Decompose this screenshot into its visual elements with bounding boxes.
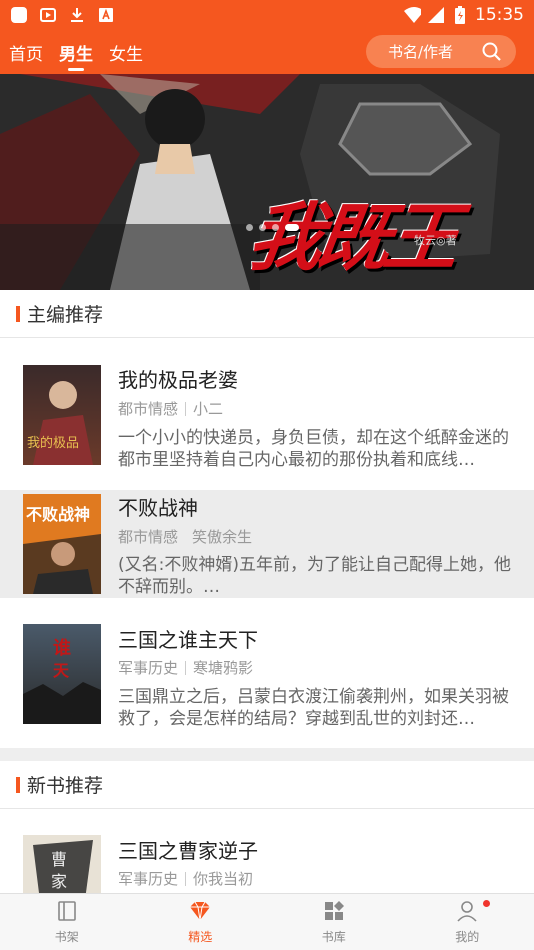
- tab-female[interactable]: 女生: [109, 40, 143, 65]
- signal-icon: [427, 6, 445, 24]
- section-header: 新书推荐: [0, 761, 534, 809]
- status-bar: 15:35: [0, 0, 534, 30]
- svg-text:不败战神: 不败战神: [26, 505, 90, 524]
- book-author: 笑傲余生: [192, 528, 253, 546]
- book-meta: 军事历史 寒塘鸦影: [118, 657, 253, 678]
- book-item[interactable]: 谁 天 三国之谁主天下 军事历史 寒塘鸦影 三国鼎立之后，吕蒙白衣渡江偷袭荆州，…: [0, 598, 534, 748]
- book-cover: 谁 天: [23, 624, 101, 724]
- carousel-dot: [259, 224, 266, 231]
- tab-bookshelf[interactable]: 书架: [0, 894, 134, 950]
- meta-divider: [185, 871, 187, 886]
- tab-home[interactable]: 首页: [9, 40, 43, 65]
- editor-recommend-section: 主编推荐 我的极品 我的极品老婆 都市情感 小二 一个小小的快递员，身负巨债，却…: [0, 290, 534, 748]
- tab-label: 书架: [54, 929, 79, 944]
- tab-profile[interactable]: 我的: [401, 894, 534, 950]
- book-description: 一个小小的快递员，身负巨债，却在这个纸醉金迷的都市里坚持着自己内心最初的那份执着…: [118, 428, 509, 470]
- book-author: 你我当初: [193, 870, 254, 888]
- video-notification-icon: [39, 6, 57, 24]
- book-title: 我的极品老婆: [118, 368, 238, 392]
- book-meta: 都市情感 小二: [118, 398, 223, 419]
- book-cover: 我的极品: [23, 365, 101, 465]
- svg-text:曹: 曹: [51, 850, 67, 869]
- book-title: 不败战神: [118, 496, 198, 520]
- svg-text:谁: 谁: [53, 637, 71, 659]
- section-accent-bar: [16, 305, 20, 322]
- bookshelf-icon: [56, 900, 78, 926]
- app-notification-icon: [10, 6, 28, 24]
- meta-divider: [185, 401, 187, 416]
- svg-text:天: 天: [53, 661, 70, 680]
- banner-author: 牧云◎著: [414, 234, 457, 247]
- section-title: 主编推荐: [27, 304, 104, 326]
- book-item[interactable]: 我的极品 我的极品老婆 都市情感 小二 一个小小的快递员，身负巨债，却在这个纸醉…: [0, 338, 534, 490]
- book-category: 军事历史: [118, 870, 179, 888]
- tab-label: 书库: [321, 929, 346, 944]
- carousel-dot-active: [285, 224, 299, 231]
- tab-featured[interactable]: 精选: [134, 894, 268, 950]
- book-description: (又名:不败神婿)五年前，为了能让自己配得上她，他不辞而别。…: [118, 555, 511, 597]
- book-title: 三国之谁主天下: [118, 628, 258, 652]
- carousel-indicator: [246, 224, 299, 231]
- section-header: 主编推荐: [0, 290, 534, 338]
- text-notification-icon: [97, 6, 115, 24]
- section-title: 新书推荐: [27, 775, 104, 797]
- book-description: 三国鼎立之后，吕蒙白衣渡江偷袭荆州，如果关羽被救了，会是怎样的结局？穿越到乱世的…: [118, 687, 509, 729]
- status-icons-left: [10, 6, 115, 24]
- book-category: 都市情感: [118, 400, 179, 418]
- book-author: 寒塘鸦影: [193, 659, 254, 677]
- notification-badge: [483, 900, 490, 907]
- svg-text:家: 家: [51, 872, 67, 891]
- download-icon: [68, 6, 86, 24]
- book-cover: 不败战神: [23, 494, 101, 594]
- library-icon: [323, 900, 345, 926]
- book-item[interactable]: 曹 家 三国之曹家逆子 军事历史 你我当初: [0, 809, 534, 893]
- profile-icon: [456, 900, 478, 926]
- tab-library[interactable]: 书库: [267, 894, 401, 950]
- book-category: 军事历史: [118, 659, 179, 677]
- meta-divider: [185, 660, 187, 675]
- battery-icon: [451, 6, 469, 24]
- carousel-dot: [246, 224, 253, 231]
- book-author: 小二: [193, 400, 224, 418]
- top-nav: 首页 男生 女生 书名/作者: [0, 30, 534, 74]
- carousel-dot: [272, 224, 279, 231]
- status-icons-right: 15:35: [403, 5, 524, 25]
- banner-carousel[interactable]: 我既王 牧云◎著: [0, 74, 534, 290]
- diamond-icon: [188, 900, 212, 926]
- section-accent-bar: [16, 776, 20, 793]
- search-box[interactable]: 书名/作者: [366, 35, 516, 68]
- book-meta: 军事历史 你我当初: [118, 868, 253, 889]
- book-title: 三国之曹家逆子: [118, 839, 258, 863]
- book-cover: 曹 家: [23, 835, 101, 893]
- status-time: 15:35: [475, 5, 524, 25]
- wifi-icon: [403, 6, 421, 24]
- tab-label: 我的: [455, 929, 480, 944]
- search-placeholder: 书名/作者: [388, 43, 454, 61]
- book-meta: 都市情感 笑傲余生: [118, 526, 252, 547]
- svg-text:我的极品: 我的极品: [27, 435, 79, 451]
- tab-label: 精选: [188, 929, 213, 944]
- new-books-section: 新书推荐 曹 家 三国之曹家逆子 军事历史 你我当初: [0, 761, 534, 893]
- search-icon: [482, 42, 502, 66]
- book-category: 都市情感: [118, 528, 179, 546]
- bottom-tab-bar: 书架 精选 书库 我的: [0, 893, 534, 950]
- tab-male[interactable]: 男生: [59, 40, 93, 65]
- book-item[interactable]: 不败战神 不败战神 都市情感 笑傲余生 (又名:不败神婿)五年前，为了能让自己配…: [0, 490, 534, 598]
